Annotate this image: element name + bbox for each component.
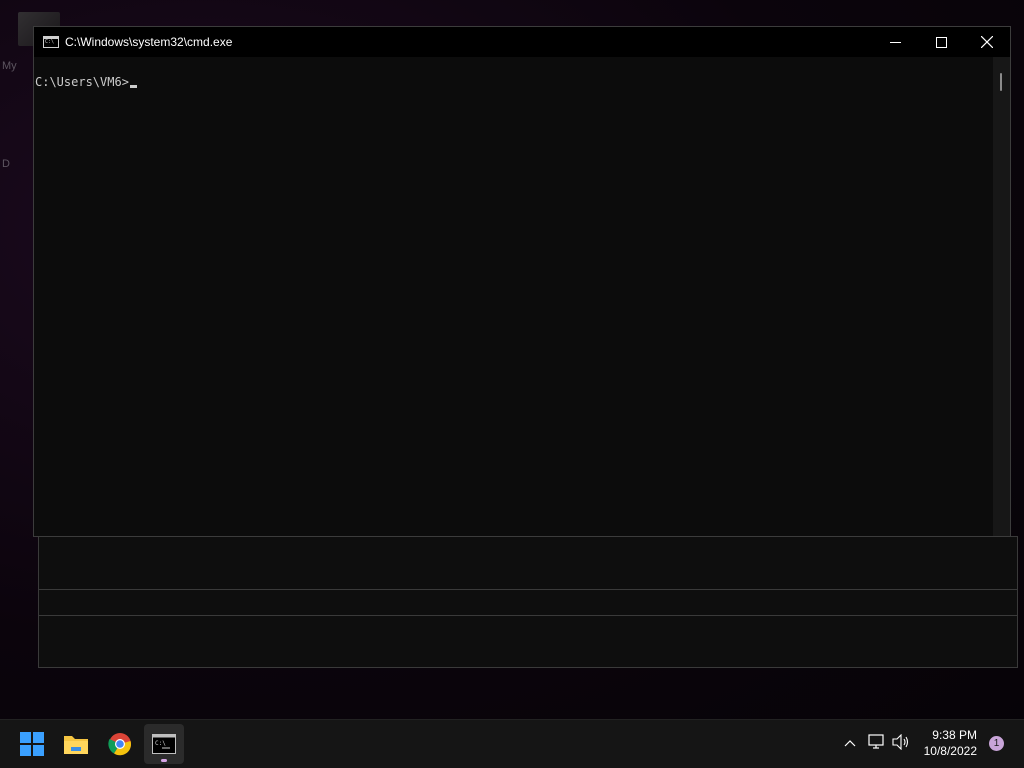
window-title: C:\Windows\system32\cmd.exe bbox=[65, 35, 233, 49]
desktop-icon-label: My bbox=[2, 60, 17, 72]
clock-date: 10/8/2022 bbox=[923, 744, 977, 758]
clock-time: 9:38 PM bbox=[932, 728, 977, 742]
file-explorer-button[interactable] bbox=[56, 724, 96, 764]
divider bbox=[39, 615, 1017, 616]
maximize-icon bbox=[935, 36, 947, 48]
scroll-thumb[interactable] bbox=[1000, 73, 1002, 91]
title-bar[interactable]: C:\Windows\system32\cmd.exe bbox=[34, 27, 1010, 57]
windows-logo-icon bbox=[20, 732, 44, 756]
cmd-icon bbox=[43, 36, 59, 48]
cmd-icon: C:\ bbox=[152, 734, 176, 754]
close-button[interactable] bbox=[964, 27, 1010, 57]
console-prompt: C:\Users\VM6> bbox=[35, 75, 129, 89]
background-window bbox=[38, 536, 1018, 668]
active-indicator bbox=[161, 759, 167, 762]
console-output[interactable]: C:\Users\VM6> bbox=[34, 57, 993, 536]
minimize-icon bbox=[889, 41, 901, 43]
svg-text:C:\: C:\ bbox=[155, 740, 166, 747]
chevron-up-icon bbox=[844, 740, 856, 747]
volume-button[interactable] bbox=[892, 733, 910, 753]
network-icon bbox=[868, 734, 884, 749]
taskbar: C:\ 9:38 PM 10/8/2022 1 bbox=[0, 719, 1024, 768]
maximize-button[interactable] bbox=[918, 27, 964, 57]
chrome-icon bbox=[108, 733, 132, 756]
window-controls bbox=[872, 27, 1010, 57]
desktop-icon-label: D bbox=[2, 158, 10, 170]
clock[interactable]: 9:38 PM 10/8/2022 bbox=[924, 727, 977, 759]
show-hidden-icons-button[interactable] bbox=[844, 734, 856, 750]
network-button[interactable] bbox=[868, 734, 886, 753]
text-cursor bbox=[129, 85, 137, 88]
close-icon bbox=[981, 36, 993, 48]
start-button[interactable] bbox=[12, 724, 52, 764]
divider bbox=[39, 589, 1017, 590]
cmd-window: C:\Windows\system32\cmd.exe C:\Users\VM6… bbox=[33, 26, 1011, 537]
chrome-button[interactable] bbox=[100, 724, 140, 764]
minimize-button[interactable] bbox=[872, 27, 918, 57]
folder-icon bbox=[64, 736, 88, 754]
cmd-taskbar-button[interactable]: C:\ bbox=[144, 724, 184, 764]
vertical-scrollbar[interactable] bbox=[993, 57, 1010, 536]
notification-badge[interactable]: 1 bbox=[989, 736, 1004, 751]
speaker-icon bbox=[892, 733, 909, 751]
